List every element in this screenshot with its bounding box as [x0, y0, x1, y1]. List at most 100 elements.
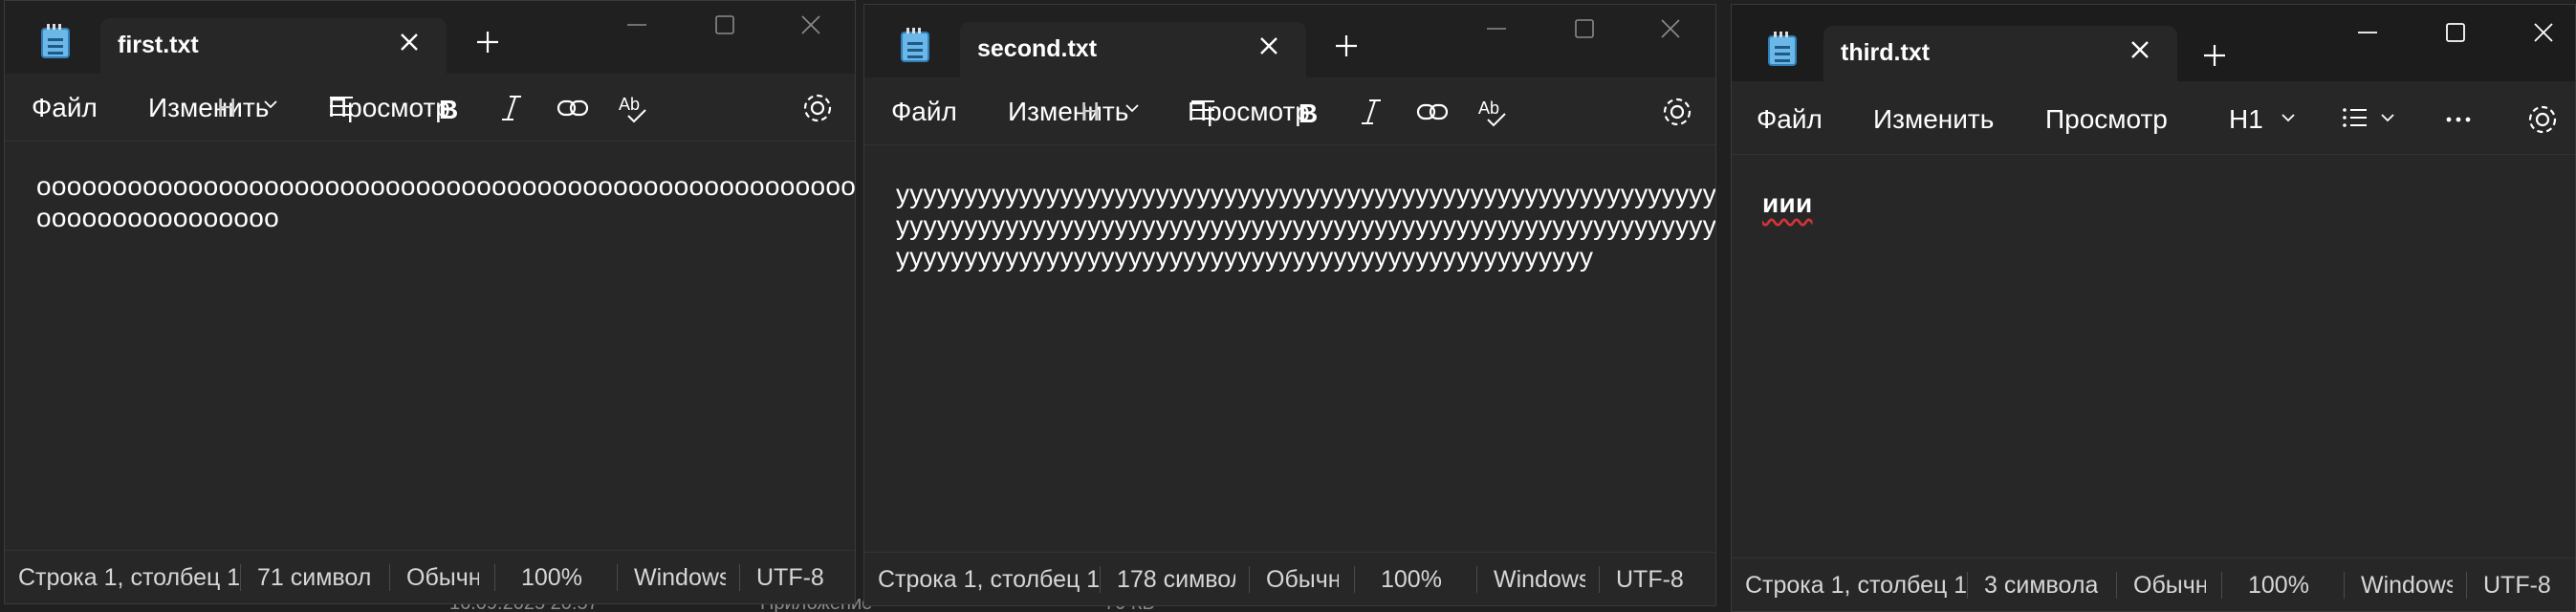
heading-selector-overlap[interactable]: Н [217, 93, 236, 123]
close-icon[interactable] [395, 28, 424, 56]
editor-content[interactable]: иии [1762, 187, 2575, 219]
svg-text:B: B [1299, 98, 1318, 128]
editor-content[interactable]: yyyyyyyyyyyyyyyyyyyyyyyyyyyyyyyyyyyyyyyy… [896, 178, 1715, 273]
notepad-window-second: second.txt Файл Изменить Н Просмотр B Ab… [863, 4, 1716, 606]
link-icon[interactable] [1413, 93, 1452, 131]
status-divider [1967, 572, 1968, 599]
status-divider [2221, 572, 2222, 599]
status-format[interactable]: Обычн [1266, 566, 1339, 594]
status-zoom[interactable]: 100% [2248, 572, 2309, 600]
title-bar[interactable]: second.txt [864, 5, 1715, 77]
status-divider [617, 564, 618, 591]
status-char-count: 71 символ [257, 564, 372, 591]
status-char-count: 3 символа [1984, 572, 2099, 599]
chevron-down-icon[interactable] [261, 95, 299, 133]
menu-bar: Файл Изменить Н Просмотр B Ab [5, 74, 855, 141]
window-close-icon[interactable] [787, 7, 835, 41]
title-bar[interactable]: first.txt [5, 1, 855, 74]
status-zoom[interactable]: 100% [1381, 566, 1442, 594]
status-eol[interactable]: Windows [2361, 572, 2453, 600]
status-divider [240, 564, 241, 591]
bold-icon[interactable]: B [429, 89, 468, 127]
minimize-icon[interactable] [1473, 11, 1520, 45]
notepad-window-third: third.txt Файл Изменить Просмотр H1 иии … [1731, 4, 2576, 612]
gear-icon[interactable] [2523, 100, 2562, 139]
tab-third-txt[interactable]: third.txt [1823, 26, 2177, 81]
status-encoding[interactable]: UTF-8 [1616, 566, 1684, 594]
gear-icon[interactable] [798, 89, 837, 127]
more-icon[interactable] [2439, 100, 2478, 139]
status-format[interactable]: Обычн [2133, 572, 2206, 600]
status-divider [1354, 566, 1355, 593]
status-bar: Строка 1, столбец 1 71 символ Обычн 100%… [5, 550, 855, 603]
close-icon[interactable] [1255, 32, 1283, 60]
plus-icon[interactable] [1330, 30, 1363, 62]
status-divider [2466, 572, 2467, 599]
status-position: Строка 1, столбец 1 [1745, 572, 1968, 599]
bold-icon[interactable]: B [1289, 93, 1327, 131]
svg-text:B: B [439, 95, 458, 124]
text-editor[interactable]: yyyyyyyyyyyyyyyyyyyyyyyyyyyyyyyyyyyyyyyy… [864, 144, 1715, 552]
status-eol[interactable]: Windows [634, 564, 726, 592]
status-divider [1476, 566, 1477, 593]
status-divider [739, 564, 740, 591]
tab-title: first.txt [118, 32, 199, 58]
svg-text:Ab: Ab [1478, 98, 1499, 118]
minimize-icon[interactable] [2344, 14, 2391, 49]
plus-icon[interactable] [471, 26, 504, 58]
menu-edit[interactable]: Изменить [1873, 104, 1994, 135]
tab-title: second.txt [977, 35, 1098, 62]
status-divider [1599, 566, 1600, 593]
title-bar[interactable]: third.txt [1732, 5, 2575, 81]
gear-icon[interactable] [1658, 93, 1696, 131]
tab-first-txt[interactable]: first.txt [100, 18, 447, 74]
window-close-icon[interactable] [1647, 11, 1694, 45]
status-zoom[interactable]: 100% [521, 564, 582, 592]
status-format[interactable]: Обычн [406, 564, 479, 592]
status-encoding[interactable]: UTF-8 [756, 564, 824, 592]
menu-bar: Файл Изменить Просмотр H1 [1732, 81, 2575, 154]
menu-view[interactable]: Просмотр [2045, 104, 2168, 135]
maximize-icon[interactable] [2432, 14, 2479, 49]
status-char-count: 178 символ [1117, 566, 1235, 593]
editor-content[interactable]: oooooooooooooooooooooooooooooooooooooooo… [36, 170, 855, 233]
heading-selector-overlap[interactable]: Н [1081, 97, 1100, 127]
text-editor[interactable]: oooooooooooooooooooooooooooooooooooooooo… [5, 141, 855, 550]
menu-file[interactable]: Файл [1757, 104, 1823, 135]
chevron-down-icon[interactable] [2378, 108, 2416, 146]
chevron-down-icon[interactable] [2279, 108, 2317, 146]
spellcheck-icon[interactable]: Ab [615, 89, 653, 127]
menu-file[interactable]: Файл [32, 93, 98, 123]
status-eol[interactable]: Windows [1494, 566, 1585, 594]
italic-icon[interactable] [1352, 93, 1390, 131]
status-divider [1249, 566, 1250, 593]
chevron-down-icon[interactable] [1123, 98, 1161, 137]
maximize-icon[interactable] [701, 7, 749, 41]
list-icon[interactable] [2338, 100, 2376, 139]
menu-bar: Файл Изменить Н Просмотр B Ab [864, 77, 1715, 144]
text-editor[interactable]: иии [1732, 154, 2575, 557]
heading-selector[interactable]: H1 [2229, 104, 2263, 135]
spellcheck-icon[interactable]: Ab [1474, 93, 1513, 131]
status-divider [2344, 572, 2345, 599]
status-divider [494, 564, 495, 591]
maximize-icon[interactable] [1561, 11, 1608, 45]
status-divider [1100, 566, 1101, 593]
menu-edit[interactable]: Изменить [148, 93, 269, 123]
window-close-icon[interactable] [2520, 14, 2567, 49]
notepad-icon [901, 28, 929, 62]
italic-icon[interactable] [492, 89, 531, 127]
link-icon[interactable] [554, 89, 592, 127]
close-icon[interactable] [2126, 35, 2154, 64]
status-encoding[interactable]: UTF-8 [2483, 572, 2551, 600]
notepad-icon [41, 24, 70, 58]
menu-edit[interactable]: Изменить [1008, 97, 1128, 127]
plus-icon[interactable] [2198, 39, 2231, 72]
status-position: Строка 1, столбец 1 [878, 566, 1101, 593]
minimize-icon[interactable] [613, 7, 661, 41]
status-position: Строка 1, столбец 1 [18, 564, 241, 591]
menu-file[interactable]: Файл [891, 97, 957, 127]
notepad-window-first: first.txt Файл Изменить Н Просмотр B Ab … [4, 0, 856, 604]
svg-text:Ab: Ab [619, 95, 640, 114]
tab-second-txt[interactable]: second.txt [960, 22, 1306, 77]
